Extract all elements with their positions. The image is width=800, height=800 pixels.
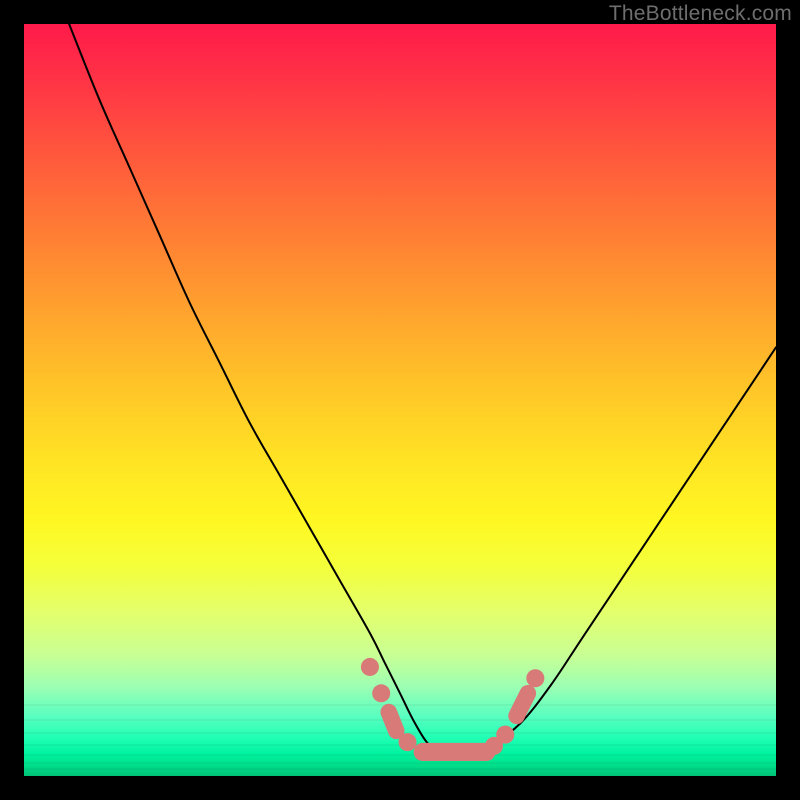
outer-frame: TheBottleneck.com (0, 0, 800, 800)
curve-layer (69, 24, 776, 754)
curve-marker-dot (496, 726, 514, 744)
watermark-text: TheBottleneck.com (609, 2, 792, 26)
curve-marker-dot (526, 669, 544, 687)
marker-layer (361, 658, 544, 755)
chart-svg (24, 24, 776, 776)
bottleneck-curve (69, 24, 776, 754)
curve-marker-segment (389, 712, 397, 731)
curve-marker-dot (361, 658, 379, 676)
curve-marker-segment (517, 693, 528, 716)
curve-marker-dot (372, 684, 390, 702)
curve-marker-dot (398, 733, 416, 751)
